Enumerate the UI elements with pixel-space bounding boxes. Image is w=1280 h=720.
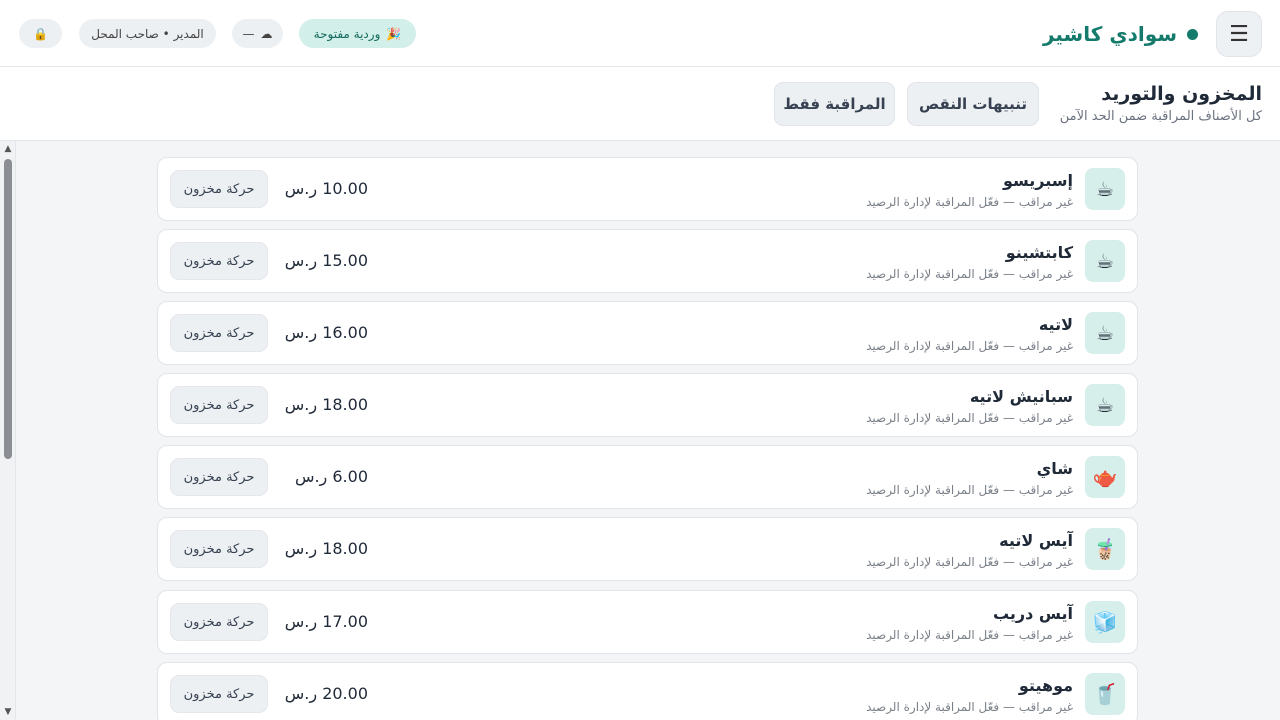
item-name: شاي (1036, 459, 1073, 478)
item-name: سبانيش لاتيه (969, 387, 1073, 406)
item-name: إسبريسو (1002, 171, 1073, 190)
item-price: 6.00 ر.س (294, 467, 368, 486)
shift-status-pill[interactable]: 🎉 وردية مفتوحة (299, 19, 416, 48)
scroll-up-icon[interactable]: ▲ (2, 144, 14, 154)
list-item: ☕ كابتشينو غير مراقب — فعّل المراقبة لإد… (157, 229, 1138, 293)
list-item: ☕ سبانيش لاتيه غير مراقب — فعّل المراقبة… (157, 373, 1138, 437)
menu-icon: ☰ (1229, 21, 1249, 47)
item-price: 20.00 ر.س (284, 684, 368, 703)
item-status: غير مراقب — فعّل المراقبة لإدارة الرصيد (866, 483, 1073, 497)
item-name: لاتيه (1038, 315, 1073, 334)
item-price: 16.00 ر.س (284, 323, 368, 342)
top-bar: ☰ سوادي كاشير 🎉 وردية مفتوحة ☁ — المدير … (0, 0, 1280, 67)
item-status: غير مراقب — فعّل المراقبة لإدارة الرصيد (866, 411, 1073, 425)
inventory-section-header: المخزون والتوريد كل الأصناف المراقبة ضمن… (0, 67, 1280, 141)
item-price: 18.00 ر.س (284, 395, 368, 414)
stock-movement-button[interactable]: حركة مخزون (170, 603, 268, 641)
item-status: غير مراقب — فعّل المراقبة لإدارة الرصيد (866, 628, 1073, 642)
item-status: غير مراقب — فعّل المراقبة لإدارة الرصيد (866, 700, 1073, 714)
party-icon: 🎉 (386, 26, 402, 41)
lock-icon: 🔒 (33, 26, 48, 41)
monitored-only-button[interactable]: المراقبة فقط (774, 82, 895, 126)
item-status: غير مراقب — فعّل المراقبة لإدارة الرصيد (866, 555, 1073, 569)
stock-movement-button[interactable]: حركة مخزون (170, 458, 268, 496)
brand-name: سوادي كاشير (1042, 22, 1177, 46)
item-name: آيس لاتيه (999, 531, 1073, 550)
stock-movement-button[interactable]: حركة مخزون (170, 530, 268, 568)
stock-movement-button[interactable]: حركة مخزون (170, 386, 268, 424)
cloud-icon: ☁ (260, 26, 273, 41)
coffee-icon: ☕ (1085, 240, 1125, 282)
stock-movement-button[interactable]: حركة مخزون (170, 242, 268, 280)
cup-with-straw-icon: 🥤 (1085, 673, 1125, 715)
shortage-alerts-button[interactable]: تنبيهات النقص (907, 82, 1039, 126)
list-item: ☕ إسبريسو غير مراقب — فعّل المراقبة لإدا… (157, 157, 1138, 221)
list-item: ☕ لاتيه غير مراقب — فعّل المراقبة لإدارة… (157, 301, 1138, 365)
lock-button[interactable]: 🔒 (19, 19, 62, 48)
shift-status-label: وردية مفتوحة (313, 26, 381, 41)
ice-cube-icon: 🧊 (1085, 601, 1125, 643)
cloud-sync-status: — (242, 26, 255, 41)
item-status: غير مراقب — فعّل المراقبة لإدارة الرصيد (866, 339, 1073, 353)
item-price: 15.00 ر.س (284, 251, 368, 270)
coffee-icon: ☕ (1085, 312, 1125, 354)
item-name: كابتشينو (1005, 243, 1073, 262)
user-role-label: المدير • صاحب المحل (91, 26, 204, 41)
stock-movement-button[interactable]: حركة مخزون (170, 170, 268, 208)
item-price: 18.00 ر.س (284, 539, 368, 558)
coffee-icon: ☕ (1085, 168, 1125, 210)
item-price: 17.00 ر.س (284, 612, 368, 631)
stock-movement-button[interactable]: حركة مخزون (170, 675, 268, 713)
page-subtitle: كل الأصناف المراقبة ضمن الحد الآمن (1059, 109, 1262, 124)
scroll-down-icon[interactable]: ▼ (2, 707, 14, 717)
item-name: آيس دريب (992, 604, 1073, 623)
list-item: 🥤 موهيتو غير مراقب — فعّل المراقبة لإدار… (157, 662, 1138, 720)
item-status: غير مراقب — فعّل المراقبة لإدارة الرصيد (866, 267, 1073, 281)
bubble-tea-icon: 🧋 (1085, 528, 1125, 570)
list-item: 🫖 شاي غير مراقب — فعّل المراقبة لإدارة ا… (157, 445, 1138, 509)
brand: سوادي كاشير (1043, 19, 1198, 49)
scrollbar[interactable]: ▲ ▼ (0, 141, 16, 720)
item-name: موهيتو (1018, 676, 1073, 695)
teapot-icon: 🫖 (1085, 456, 1125, 498)
menu-button[interactable]: ☰ (1216, 11, 1262, 57)
item-status: غير مراقب — فعّل المراقبة لإدارة الرصيد (866, 195, 1073, 209)
item-price: 10.00 ر.س (284, 179, 368, 198)
user-role-pill[interactable]: المدير • صاحب المحل (79, 19, 216, 48)
cloud-sync-pill[interactable]: ☁ — (232, 19, 283, 48)
coffee-icon: ☕ (1085, 384, 1125, 426)
stock-movement-button[interactable]: حركة مخزون (170, 314, 268, 352)
page-title: المخزون والتوريد (1101, 83, 1262, 105)
scrollbar-thumb[interactable] (4, 159, 12, 459)
status-dot-icon (1187, 28, 1198, 40)
list-item: 🧋 آيس لاتيه غير مراقب — فعّل المراقبة لإ… (157, 517, 1138, 581)
list-item: 🧊 آيس دريب غير مراقب — فعّل المراقبة لإد… (157, 590, 1138, 654)
